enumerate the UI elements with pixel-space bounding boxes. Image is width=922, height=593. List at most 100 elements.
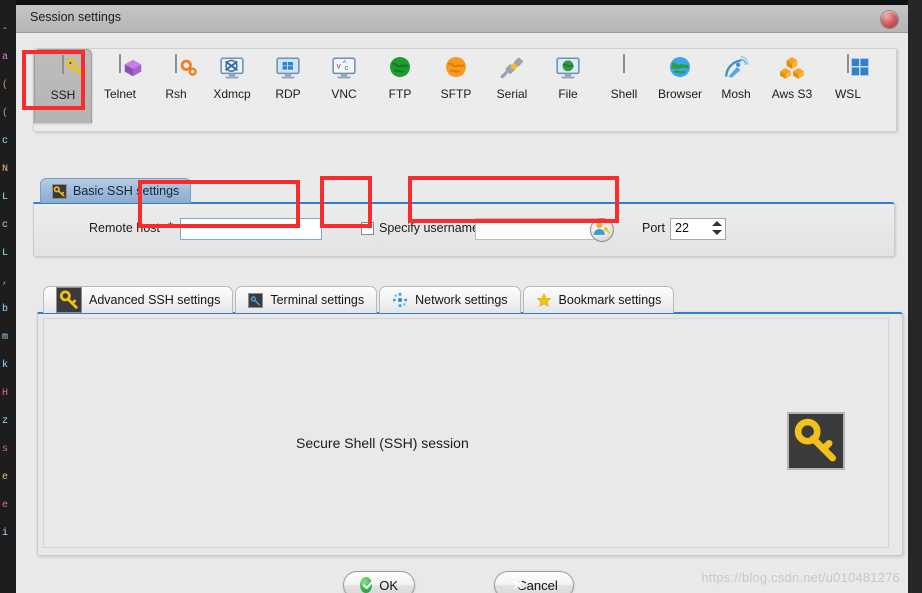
tab-network-settings[interactable]: Network settings [379,286,521,313]
file-monitor-icon [554,55,582,83]
protocol-label: Aws S3 [771,87,813,101]
protocol-label: Rsh [165,87,187,101]
ok-button[interactable]: OK [343,571,415,593]
tab-label: Advanced SSH settings [89,293,221,307]
star-icon [536,292,552,308]
dialog-titlebar: Session settings [16,5,908,33]
remote-host-label: Remote host [89,221,160,235]
protocol-toolbar: SSH Telnet Rsh Xdmcp RDP v ^ c VNC FTP SFTP Serial F… [33,48,897,132]
protocol-wsl[interactable]: WSL [820,49,876,101]
close-circle-icon[interactable] [880,10,899,29]
tab-terminal-settings[interactable]: Terminal settings [235,286,378,313]
screen: - a ((c N Lc L, b m k Hz s e e i Session settings SSH… [0,0,922,593]
remote-host-input[interactable] [180,218,322,240]
protocol-telnet[interactable]: Telnet [92,49,148,101]
background-code-glyph: H [2,388,9,399]
protocol-shell[interactable]: > Shell [596,49,652,101]
background-code-glyph: , [2,276,9,287]
sub-settings-panel: Secure Shell (SSH) session [37,312,903,556]
protocol-label: Xdmcp [213,87,251,101]
protocol-mosh[interactable]: Mosh [708,49,764,101]
chevron-up-icon[interactable] [712,221,722,226]
background-code-glyph: s [2,444,9,455]
windows-monitor-icon [274,55,302,83]
dialog-title: Session settings [30,10,122,24]
protocol-aws-s3[interactable]: Aws S3 [764,49,820,101]
basic-settings-panel: Remote host * Specify username Port 22 [33,202,895,257]
sub-tab-row: Advanced SSH settings Terminal settings Ne… [43,286,676,313]
specify-username-label: Specify username [379,221,480,235]
ok-button-label: OK [379,577,398,593]
background-code-glyph: e [2,500,9,511]
satellite-icon [722,55,750,83]
port-label: Port [642,221,665,235]
background-code-glyph: b [2,304,9,315]
protocol-label: VNC [331,87,357,101]
session-type-caption: Secure Shell (SSH) session [296,435,469,451]
remote-host-required-mark: * [168,220,173,234]
key-icon [52,183,67,199]
plug-icon [498,55,526,83]
port-spinner-arrows[interactable] [712,221,722,239]
background-code-glyph: i [2,528,9,539]
tab-advanced-ssh-settings[interactable]: Advanced SSH settings [43,286,234,313]
tab-bookmark-settings[interactable]: Bookmark settings [522,286,675,313]
protocol-label: SFTP [440,87,472,101]
protocol-browser[interactable]: Browser [652,49,708,101]
network-dots-icon [392,292,408,308]
background-right-strip [908,0,922,593]
protocol-list: SSH Telnet Rsh Xdmcp RDP v ^ c VNC FTP SFTP Serial F… [34,49,876,123]
protocol-serial[interactable]: Serial [484,49,540,101]
windows-icon [834,54,869,83]
background-code-glyph: z [2,416,9,427]
port-value: 22 [675,221,689,235]
background-code-glyph: N [2,164,9,175]
tab-label: Network settings [415,293,508,307]
protocol-label: FTP [388,87,412,101]
background-code-glyph: k [2,360,9,371]
protocol-label: SSH [50,88,76,102]
protocol-label: Mosh [721,87,751,101]
green-globe-icon [386,55,414,83]
background-code-glyph: c [2,136,9,147]
background-code-glyph: - [2,24,9,35]
user-key-icon[interactable] [590,218,614,242]
terminal-icon: > [610,54,638,83]
protocol-ssh[interactable]: SSH [34,49,92,123]
terminal-blue-icon [248,292,264,308]
protocol-label: Telnet [103,87,137,101]
x-monitor-icon [218,55,246,83]
port-stepper[interactable]: 22 [670,218,726,240]
background-code-glyph: c [2,220,9,231]
gears-icon [162,54,197,83]
chevron-down-icon[interactable] [712,230,722,235]
cube-icon [106,54,142,83]
protocol-vnc[interactable]: v ^ c VNC [316,49,372,101]
aws-cubes-icon [778,55,806,83]
orange-globe-icon [442,55,470,83]
background-code-glyph: ( [2,108,9,119]
username-input[interactable] [475,218,602,240]
key-icon [787,412,845,470]
basic-settings-row: Remote host * Specify username Port 22 [34,204,894,256]
background-code-glyph: m [2,332,9,343]
protocol-label: WSL [834,87,861,101]
cancel-button[interactable]: Cancel [494,571,574,593]
basic-tab-row: Basic SSH settings [40,178,192,203]
blue-globe-icon [666,55,694,83]
protocol-rdp[interactable]: RDP [260,49,316,101]
svg-text:c: c [345,63,349,72]
key-icon [56,287,82,313]
protocol-ftp[interactable]: FTP [372,49,428,101]
tab-basic-ssh-settings[interactable]: Basic SSH settings [40,178,192,203]
protocol-rsh[interactable]: Rsh [148,49,204,101]
protocol-file[interactable]: File [540,49,596,101]
background-code-glyph: L [2,192,9,203]
protocol-sftp[interactable]: SFTP [428,49,484,101]
protocol-xdmcp[interactable]: Xdmcp [204,49,260,101]
specify-username-checkbox[interactable] [361,222,374,235]
tab-basic-ssh-settings-label: Basic SSH settings [73,184,180,198]
vnc-monitor-icon: v ^ c [330,55,358,83]
background-code-glyph: a [2,52,9,63]
protocol-label: Browser [657,87,702,101]
